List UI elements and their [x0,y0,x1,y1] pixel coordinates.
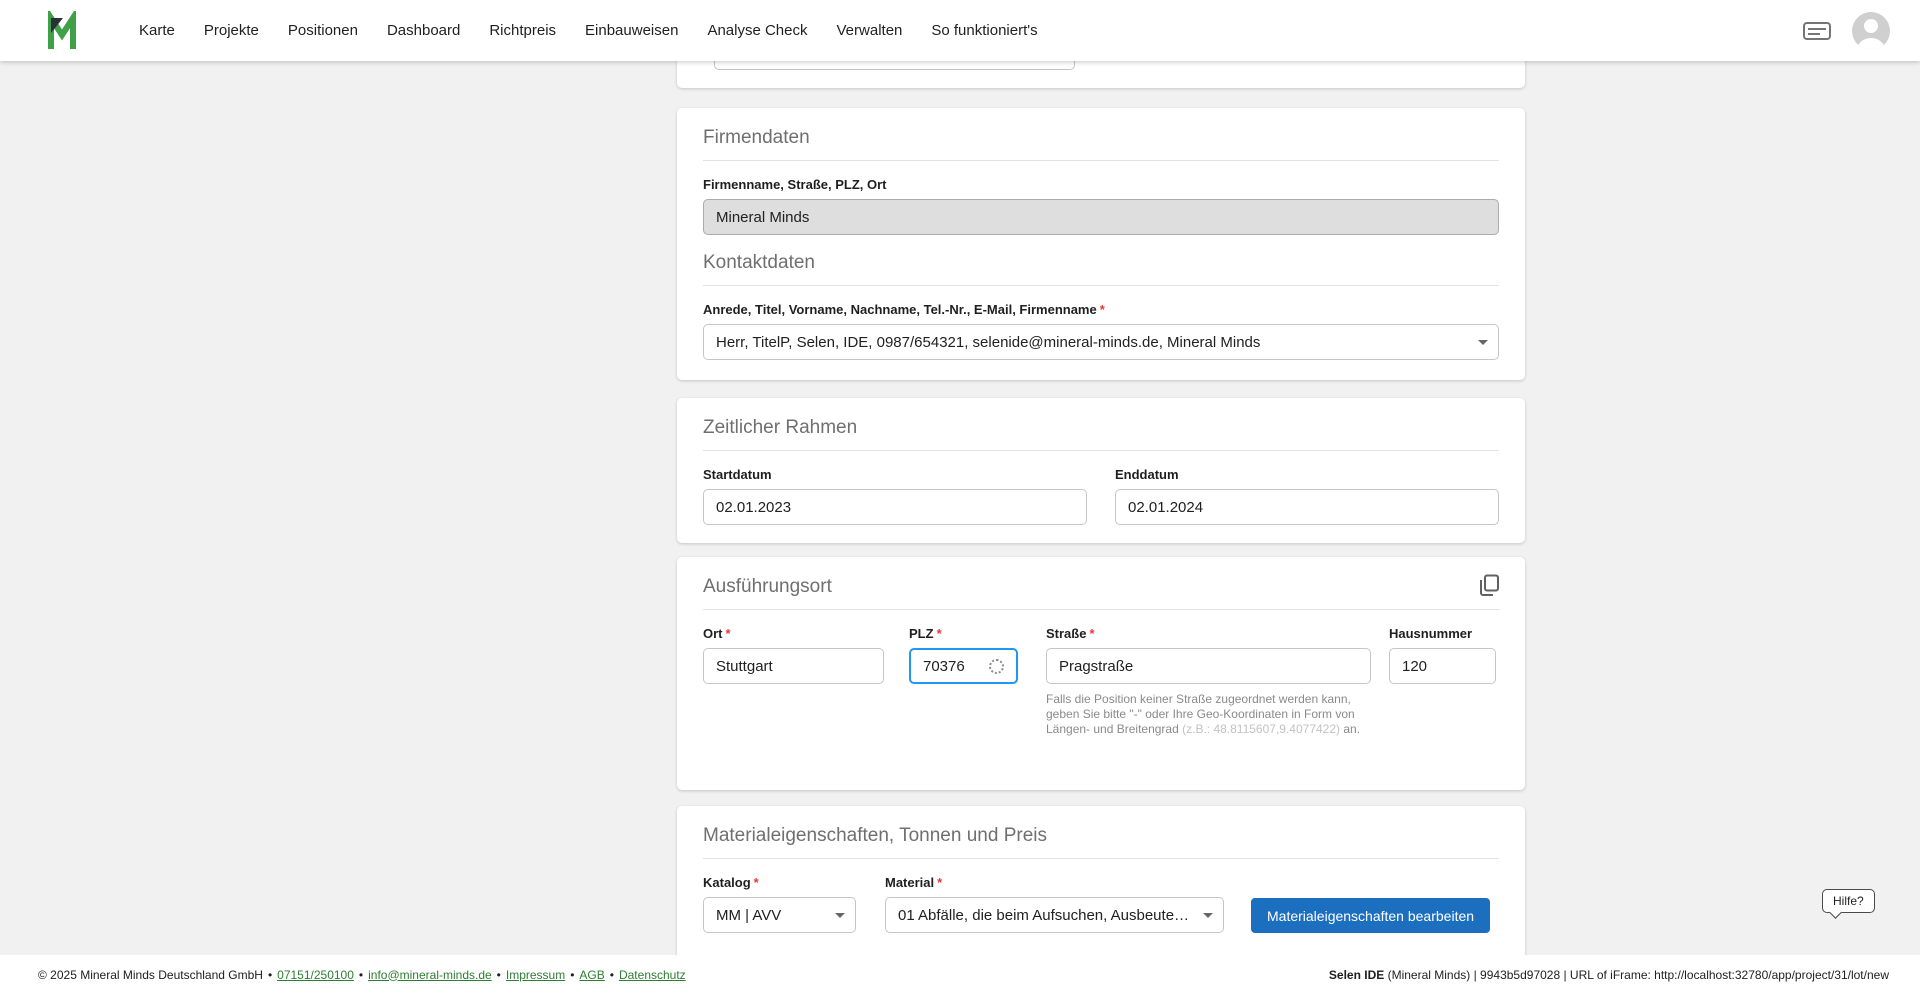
nav-item-dashboard[interactable]: Dashboard [387,22,460,39]
enddatum-value: 02.01.2024 [1128,498,1204,516]
required-marker: * [1089,626,1095,641]
chevron-down-icon [835,913,845,918]
main-menu: Karte Projekte Positionen Dashboard Rich… [139,22,1038,39]
form-column: Firmendaten Firmenname, Straße, PLZ, Ort… [677,0,1525,991]
strasse-value: Pragstraße [1059,657,1134,675]
enddatum-input[interactable]: 02.01.2024 [1115,489,1499,525]
kontakt-select-value: Herr, TitelP, Selen, IDE, 0987/654321, s… [716,333,1261,351]
ort-label: Ort * [703,626,884,642]
helper-example: (z.B.: 48.8115607,9.4077422) [1182,722,1341,736]
footer-session-info: (Mineral Minds) | 9943b5d97028 | URL of … [1384,967,1889,982]
divider [703,285,1499,286]
strasse-input[interactable]: Pragstraße [1046,648,1371,684]
startdatum-value: 02.01.2023 [716,498,792,516]
card-zeitlicher-rahmen: Zeitlicher Rahmen Startdatum 02.01.2023 … [677,398,1525,543]
required-marker: * [753,875,759,890]
material-label: Material * [885,875,1224,891]
required-marker: * [937,875,943,890]
helper-end: an. [1340,722,1361,736]
chevron-down-icon [1478,340,1488,345]
material-title: Materialeigenschaften, Tonnen und Preis [703,825,1047,846]
user-avatar[interactable] [1852,11,1890,50]
ausfuehrungsort-title: Ausführungsort [703,576,832,597]
nav-item-karte[interactable]: Karte [139,22,175,39]
hausnummer-input[interactable]: 120 [1389,648,1496,684]
required-marker: * [1099,302,1105,317]
mineral-minds-logo[interactable] [45,10,85,51]
strasse-label-text: Straße [1046,626,1087,641]
help-tooltip[interactable]: Hilfe? [1822,889,1875,913]
hausnummer-label: Hausnummer [1389,626,1473,641]
divider [703,450,1499,451]
copy-icon[interactable] [1477,573,1501,597]
card-firmendaten: Firmendaten Firmenname, Straße, PLZ, Ort… [677,108,1525,380]
material-label-text: Material [885,875,935,890]
startdatum-label: Startdatum [703,467,772,482]
loading-spinner-icon [989,658,1004,674]
firmendaten-title: Firmendaten [703,127,810,148]
ort-label-text: Ort [703,626,723,641]
footer-copyright: © 2025 Mineral Minds Deutschland GmbH [38,967,263,982]
footer-link-agb[interactable]: AGB [579,968,604,982]
required-marker: * [936,626,942,641]
footer: © 2025 Mineral Minds Deutschland GmbH • … [0,955,1920,994]
footer-link-datenschutz[interactable]: Datenschutz [619,968,686,982]
katalog-select-value: MM | AVV [716,906,782,924]
zeitraum-title: Zeitlicher Rahmen [703,417,858,438]
kontakt-label: Anrede, Titel, Vorname, Nachname, Tel.-N… [703,302,1499,318]
strasse-helper-text: Falls die Position keiner Straße zugeord… [1046,692,1371,737]
materialeigenschaften-bearbeiten-button[interactable]: Materialeigenschaften bearbeiten [1251,898,1491,933]
nav-item-positionen[interactable]: Positionen [288,22,358,39]
katalog-select[interactable]: MM | AVV [703,897,856,933]
person-icon [1857,18,1885,50]
nav-item-einbauweisen[interactable]: Einbauweisen [585,22,678,39]
footer-left: © 2025 Mineral Minds Deutschland GmbH • … [38,968,686,982]
footer-separator: • [570,967,575,982]
startdatum-input[interactable]: 02.01.2023 [703,489,1087,525]
firmenname-input: Mineral Minds [703,199,1499,235]
material-select-value: 01 Abfälle, die beim Aufsuchen, Ausbeute… [898,906,1193,924]
footer-link-phone[interactable]: 07151/250100 [277,968,354,982]
card-ausfuehrungsort: Ausführungsort Ort * Stuttgart PLZ * 70376 [677,557,1525,790]
kontakt-label-text: Anrede, Titel, Vorname, Nachname, Tel.-N… [703,302,1097,317]
divider [703,160,1499,161]
nav-item-so-funktionierts[interactable]: So funktioniert's [931,22,1037,39]
footer-right: Selen IDE (Mineral Minds) | 9943b5d97028… [1329,968,1889,982]
divider [703,609,1499,610]
top-nav: Karte Projekte Positionen Dashboard Rich… [0,0,1920,61]
footer-link-impressum[interactable]: Impressum [506,968,565,982]
material-select[interactable]: 01 Abfälle, die beim Aufsuchen, Ausbeute… [885,897,1224,933]
kontakt-select[interactable]: Herr, TitelP, Selen, IDE, 0987/654321, s… [703,324,1499,360]
footer-separator: • [358,967,364,982]
nav-item-verwalten[interactable]: Verwalten [837,22,903,39]
hausnummer-value: 120 [1402,657,1428,675]
kontaktdaten-title: Kontaktdaten [703,252,815,273]
footer-link-email[interactable]: info@mineral-minds.de [368,968,492,982]
chevron-down-icon [1203,913,1213,918]
ort-value: Stuttgart [716,657,773,675]
nav-item-analyse-check[interactable]: Analyse Check [707,22,807,39]
nav-item-projekte[interactable]: Projekte [204,22,259,39]
divider [703,858,1499,859]
enddatum-label: Enddatum [1115,467,1179,482]
footer-separator: • [496,967,501,982]
required-marker: * [725,626,731,641]
plz-value: 70376 [923,657,965,675]
ort-input[interactable]: Stuttgart [703,648,884,684]
plz-label-text: PLZ [909,626,934,641]
footer-separator: • [267,967,273,982]
plz-input[interactable]: 70376 [909,648,1018,684]
nav-item-richtpreis[interactable]: Richtpreis [489,22,556,39]
footer-session-name: Selen IDE [1328,967,1385,982]
katalog-label-text: Katalog [703,875,751,890]
footer-separator: • [609,967,614,982]
firmenname-label: Firmenname, Straße, PLZ, Ort [703,177,887,192]
katalog-label: Katalog * [703,875,856,891]
strasse-label: Straße * [1046,626,1371,642]
firmenname-value: Mineral Minds [716,208,810,226]
server-icon[interactable] [1802,19,1832,43]
plz-label: PLZ * [909,626,1018,642]
